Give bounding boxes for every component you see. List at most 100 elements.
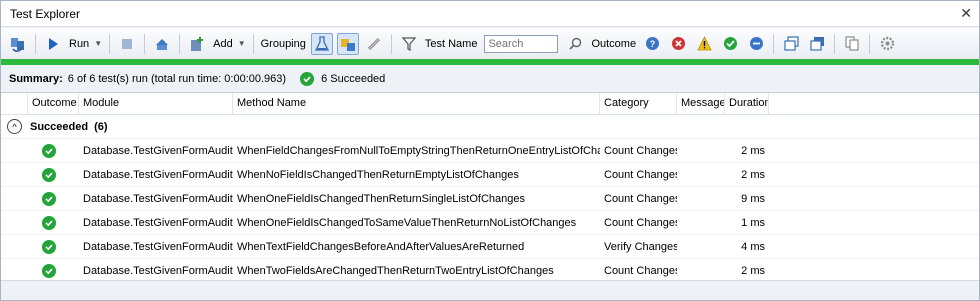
- grid-header: Outcome Module Method Name Category Mess…: [1, 93, 979, 115]
- add-icon-button[interactable]: [186, 33, 208, 55]
- row-outcome: [1, 167, 79, 182]
- toolbar-separator: [144, 33, 146, 54]
- stop-button[interactable]: [116, 33, 138, 55]
- filter-failed-button[interactable]: [667, 33, 689, 55]
- svg-text:?: ?: [649, 39, 655, 49]
- chevron-down-icon: ▼: [94, 39, 103, 48]
- add-test-icon: [191, 36, 204, 51]
- title-bar: Test Explorer ✕: [1, 1, 979, 27]
- warning-icon: [696, 36, 712, 51]
- publish-icon: [156, 38, 169, 50]
- row-method-name: WhenFieldChangesFromNullToEmptyStringThe…: [237, 144, 600, 157]
- group-count: (6): [94, 120, 108, 133]
- row-method-name: WhenTextFieldChangesBeforeAndAfterValues…: [237, 240, 525, 253]
- table-row[interactable]: Database.TestGivenFormAuditor WhenTextFi…: [1, 235, 979, 259]
- column-header-category[interactable]: Category: [600, 93, 677, 115]
- group-succeeded[interactable]: ^ Succeeded (6): [1, 115, 979, 139]
- passed-icon: [723, 37, 737, 50]
- group-by-module-button[interactable]: [336, 32, 359, 55]
- search-icon: [569, 37, 582, 50]
- add-dropdown[interactable]: Add ▼: [213, 38, 246, 50]
- filter-not-run-button[interactable]: ?: [641, 33, 663, 55]
- refresh-icon: [11, 37, 24, 52]
- column-header-module[interactable]: Module: [79, 93, 233, 115]
- table-row[interactable]: Database.TestGivenFormAuditor WhenNoFiel…: [1, 163, 979, 187]
- column-header-duration[interactable]: Duration: [725, 93, 769, 115]
- add-label: Add: [213, 37, 233, 50]
- column-header-message[interactable]: Message: [677, 93, 725, 115]
- module-icon: [340, 38, 355, 51]
- passed-icon: [42, 191, 56, 206]
- column-header-method-name[interactable]: Method Name: [233, 93, 600, 115]
- row-duration: 2 ms: [741, 264, 765, 277]
- passed-icon: [42, 239, 56, 254]
- filter-skipped-button[interactable]: [745, 33, 767, 55]
- group-by-outcome-button[interactable]: [310, 32, 333, 55]
- toolbar-separator: [109, 33, 111, 54]
- passed-icon: [42, 215, 56, 230]
- row-module: Database.TestGivenFormAuditor: [83, 144, 233, 157]
- flask-icon: [314, 35, 329, 51]
- table-row[interactable]: Database.TestGivenFormAuditor WhenFieldC…: [1, 139, 979, 163]
- run-icon-button[interactable]: [42, 33, 64, 55]
- row-method-name: WhenOneFieldIsChangedToSameValueThenRetu…: [237, 216, 577, 229]
- passed-icon: [42, 143, 56, 158]
- row-category: Count Changes: [604, 192, 677, 205]
- outcome-label: Outcome: [591, 37, 637, 50]
- chevron-down-icon: ▼: [237, 39, 246, 48]
- column-header-outcome[interactable]: Outcome: [28, 93, 79, 115]
- column-header-select[interactable]: [1, 93, 28, 115]
- group-by-category-button[interactable]: [363, 33, 385, 55]
- toolbar: Run ▼ Add ▼ Grouping Test Name Search Ou…: [1, 28, 979, 59]
- row-duration: 9 ms: [741, 192, 765, 205]
- row-outcome: [1, 191, 79, 206]
- tag-icon: [367, 37, 380, 50]
- toolbar-separator: [252, 33, 254, 54]
- row-outcome: [1, 143, 79, 158]
- publish-button[interactable]: [151, 33, 173, 55]
- collapse-all-icon: [809, 37, 824, 51]
- filter-button[interactable]: [398, 33, 420, 55]
- run-dropdown[interactable]: Run ▼: [69, 38, 102, 50]
- collapse-icon[interactable]: ^: [7, 119, 22, 134]
- toolbar-separator: [773, 33, 775, 54]
- grouping-label: Grouping: [260, 37, 306, 50]
- filter-icon: [401, 36, 416, 51]
- search-input[interactable]: [484, 34, 559, 53]
- group-label: Succeeded: [30, 120, 89, 133]
- row-module: Database.TestGivenFormAuditor: [83, 216, 233, 229]
- test-results-grid: Outcome Module Method Name Category Mess…: [1, 92, 979, 283]
- toolbar-separator: [35, 33, 36, 54]
- search-button[interactable]: [564, 33, 586, 55]
- filter-passed-button[interactable]: [719, 33, 741, 55]
- failed-icon: [671, 37, 685, 50]
- row-module: Database.TestGivenFormAuditor: [83, 168, 233, 181]
- rows-container: Database.TestGivenFormAuditor WhenFieldC…: [1, 139, 979, 283]
- table-row[interactable]: Database.TestGivenFormAuditor WhenOneFie…: [1, 211, 979, 235]
- refresh-button[interactable]: [7, 33, 29, 55]
- run-label: Run: [69, 37, 90, 50]
- question-icon: ?: [645, 37, 659, 50]
- window-title: Test Explorer: [10, 6, 81, 21]
- filter-inconclusive-button[interactable]: [693, 33, 715, 55]
- test-name-label: Test Name: [424, 37, 478, 50]
- close-icon[interactable]: ✕: [960, 5, 972, 22]
- passed-icon: [42, 263, 56, 278]
- row-duration: 2 ms: [741, 144, 765, 157]
- row-method-name: WhenNoFieldIsChangedThenReturnEmptyListO…: [237, 168, 519, 181]
- row-category: Count Changes: [604, 264, 677, 277]
- toolbar-separator: [179, 33, 181, 54]
- toolbar-separator: [869, 33, 871, 54]
- expand-all-button[interactable]: [780, 33, 802, 55]
- copy-icon: [845, 36, 859, 51]
- summary-succeeded: 6 Succeeded: [300, 71, 385, 86]
- collapse-all-button[interactable]: [806, 33, 828, 55]
- passed-icon: [300, 71, 315, 86]
- table-row[interactable]: Database.TestGivenFormAuditor WhenOneFie…: [1, 187, 979, 211]
- settings-button[interactable]: [876, 33, 898, 55]
- passed-icon: [42, 167, 56, 182]
- row-outcome: [1, 239, 79, 254]
- gear-icon: [880, 36, 894, 51]
- summary-label: Summary:: [9, 72, 63, 85]
- copy-button[interactable]: [841, 33, 863, 55]
